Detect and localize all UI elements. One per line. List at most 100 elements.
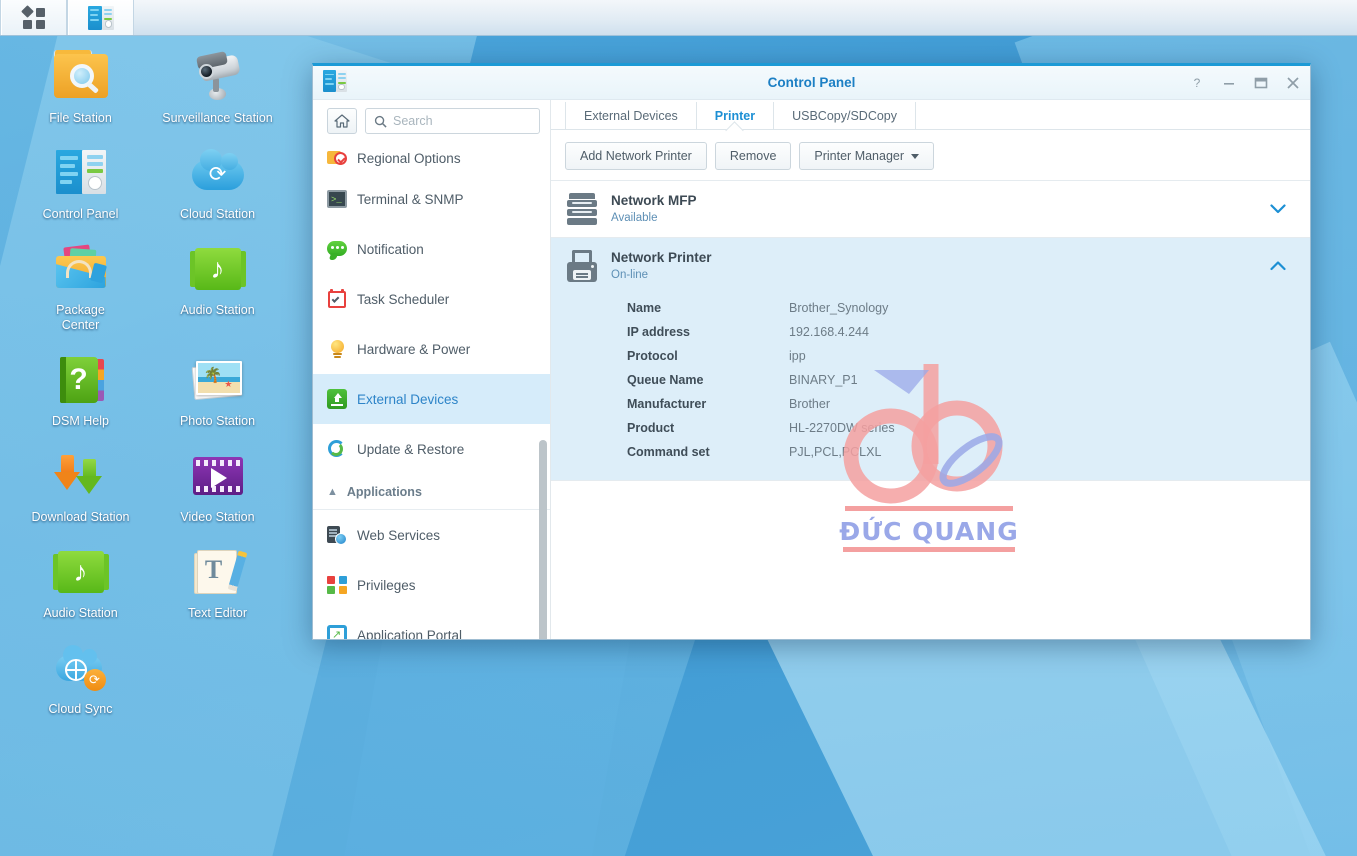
sidebar-item-web-services[interactable]: Web Services	[313, 510, 550, 560]
dsm-help-icon: ?	[52, 351, 110, 409]
tab-external-devices[interactable]: External Devices	[565, 102, 697, 130]
sidebar-item-notification[interactable]: Notification	[313, 224, 550, 274]
desktop-icon-label: DSM Help	[52, 414, 109, 428]
network-printer-icon	[567, 250, 597, 282]
button-label: Printer Manager	[814, 149, 905, 163]
cloud-sync-icon: ⟳	[52, 639, 110, 697]
desktop-icon-video-station[interactable]: Video Station	[149, 447, 286, 525]
sidebar-scrollbar[interactable]	[539, 440, 547, 639]
desktop-icon-label: Photo Station	[179, 414, 256, 428]
detail-label: Manufacturer	[627, 397, 707, 411]
search-placeholder: Search	[393, 114, 433, 128]
main-tabs: External Devices Printer USBCopy/SDCopy	[551, 100, 1310, 130]
sidebar-item-update-restore[interactable]: Update & Restore	[313, 424, 550, 474]
tab-usbcopy-sdcopy[interactable]: USBCopy/SDCopy	[774, 102, 916, 130]
window-controls: ?	[1188, 66, 1302, 100]
detail-row: IP address 192.168.4.244	[627, 320, 1310, 344]
taskbar-item-control-panel[interactable]	[68, 0, 134, 35]
desktop-icon-audio-station[interactable]: ♪ Audio Station	[149, 240, 286, 333]
control-panel-icon	[88, 5, 114, 30]
printer-manager-button[interactable]: Printer Manager	[799, 142, 935, 170]
detail-value: ipp	[789, 349, 806, 363]
sidebar-item-terminal-snmp[interactable]: >_ Terminal & SNMP	[313, 174, 550, 224]
tab-printer[interactable]: Printer	[697, 102, 775, 130]
tab-label: Printer	[714, 109, 756, 123]
sidebar-item-task-scheduler[interactable]: Task Scheduler	[313, 274, 550, 324]
minimize-button[interactable]	[1220, 74, 1238, 92]
video-station-icon	[189, 447, 247, 505]
button-label: Add Network Printer	[580, 149, 692, 163]
task-scheduler-icon	[327, 289, 347, 309]
chevron-down-icon	[911, 153, 920, 159]
help-button[interactable]: ?	[1188, 74, 1206, 92]
control-panel-sidebar: Search Regional Options >_ Terminal & SN…	[313, 100, 551, 639]
desktop-icon-label: Video Station	[180, 510, 255, 524]
text-editor-icon: T	[189, 543, 247, 601]
sidebar-item-application-portal[interactable]: ↗ Application Portal	[313, 610, 550, 639]
sidebar-item-label: Application Portal	[357, 627, 463, 640]
search-input[interactable]: Search	[365, 108, 540, 134]
desktop-icon-file-station[interactable]: File Station	[12, 48, 149, 126]
main-menu-button[interactable]	[1, 0, 67, 35]
desktop-icon-package-center[interactable]: Package Center	[12, 240, 149, 333]
desktop-icon-dsm-help[interactable]: ? DSM Help	[12, 351, 149, 429]
desktop-icon-audio-station-2[interactable]: ♪ Audio Station	[12, 543, 149, 621]
printer-list: Network MFP Available Network Printer On…	[551, 181, 1310, 639]
sidebar-items: Regional Options >_ Terminal & SNMP Noti…	[313, 140, 550, 639]
printer-row-header[interactable]: Network Printer On-line	[551, 238, 1310, 294]
maximize-button[interactable]	[1252, 74, 1270, 92]
window-body: Search Regional Options >_ Terminal & SN…	[313, 100, 1310, 639]
sidebar-item-label: External Devices	[357, 391, 459, 407]
audio-station-icon: ♪	[189, 240, 247, 298]
desktop-icon-control-panel[interactable]: Control Panel	[12, 144, 149, 222]
sidebar-item-privileges[interactable]: Privileges	[313, 560, 550, 610]
desktop-icon-grid: File Station Surveillance Station Contro…	[12, 48, 302, 735]
file-station-icon	[52, 48, 110, 106]
desktop-icon-label: Cloud Station	[179, 207, 256, 221]
sidebar-item-label: Task Scheduler	[357, 291, 450, 307]
sidebar-item-external-devices[interactable]: External Devices	[313, 374, 550, 424]
home-button[interactable]	[327, 108, 357, 134]
printer-details: Name Brother_Synology IP address 192.168…	[551, 294, 1310, 480]
window-title: Control Panel	[767, 75, 856, 90]
desktop-icon-cloud-sync[interactable]: ⟳ Cloud Sync	[12, 639, 149, 717]
sidebar-item-label: Update & Restore	[357, 441, 465, 457]
detail-label: Queue Name	[627, 373, 704, 387]
desktop-icon-label: File Station	[49, 111, 112, 125]
desktop-icon-label: Audio Station	[43, 606, 118, 620]
sidebar-group-label: Applications	[346, 484, 422, 499]
detail-value: BINARY_P1	[789, 373, 858, 387]
sidebar-item-hardware-power[interactable]: Hardware & Power	[313, 324, 550, 374]
detail-row: Queue Name BINARY_P1	[627, 368, 1310, 392]
desktop-icon-text-editor[interactable]: T Text Editor	[149, 543, 286, 621]
sidebar-group-applications[interactable]: ▲ Applications	[313, 474, 550, 510]
desktop-icon-surveillance-station[interactable]: Surveillance Station	[149, 48, 286, 126]
detail-value: 192.168.4.244	[789, 325, 869, 339]
desktop-icon-download-station[interactable]: Download Station	[12, 447, 149, 525]
control-panel-main: External Devices Printer USBCopy/SDCopy …	[551, 100, 1310, 639]
printer-status: Available	[611, 212, 658, 224]
close-button[interactable]	[1284, 74, 1302, 92]
desktop-icon-label: Surveillance Station	[162, 111, 273, 125]
window-titlebar[interactable]: Control Panel ?	[313, 66, 1310, 100]
printer-toolbar: Add Network Printer Remove Printer Manag…	[551, 130, 1310, 181]
notification-icon	[327, 239, 347, 259]
regional-options-icon	[327, 148, 347, 168]
add-network-printer-button[interactable]: Add Network Printer	[565, 142, 707, 170]
chevron-down-icon[interactable]	[1270, 201, 1296, 218]
desktop-icon-cloud-station[interactable]: ⟳ Cloud Station	[149, 144, 286, 222]
detail-row: Manufacturer Brother	[627, 392, 1310, 416]
printer-row-network-printer[interactable]: Network Printer On-line Name Brother_Syn…	[551, 238, 1310, 481]
sidebar-item-regional-options[interactable]: Regional Options	[313, 142, 550, 174]
terminal-snmp-icon: >_	[327, 189, 347, 209]
tab-label: USBCopy/SDCopy	[792, 109, 897, 123]
desktop-icon-photo-station[interactable]: 🌴 ★ Photo Station	[149, 351, 286, 429]
printer-row-network-mfp[interactable]: Network MFP Available	[551, 181, 1310, 238]
printer-info: Network Printer On-line	[611, 249, 1256, 283]
sidebar-search-row: Search	[313, 100, 550, 140]
detail-value: Brother	[789, 397, 830, 411]
chevron-up-icon[interactable]	[1270, 258, 1296, 275]
printer-row-header[interactable]: Network MFP Available	[551, 181, 1310, 237]
tab-label: External Devices	[584, 109, 678, 123]
remove-button[interactable]: Remove	[714, 142, 792, 170]
